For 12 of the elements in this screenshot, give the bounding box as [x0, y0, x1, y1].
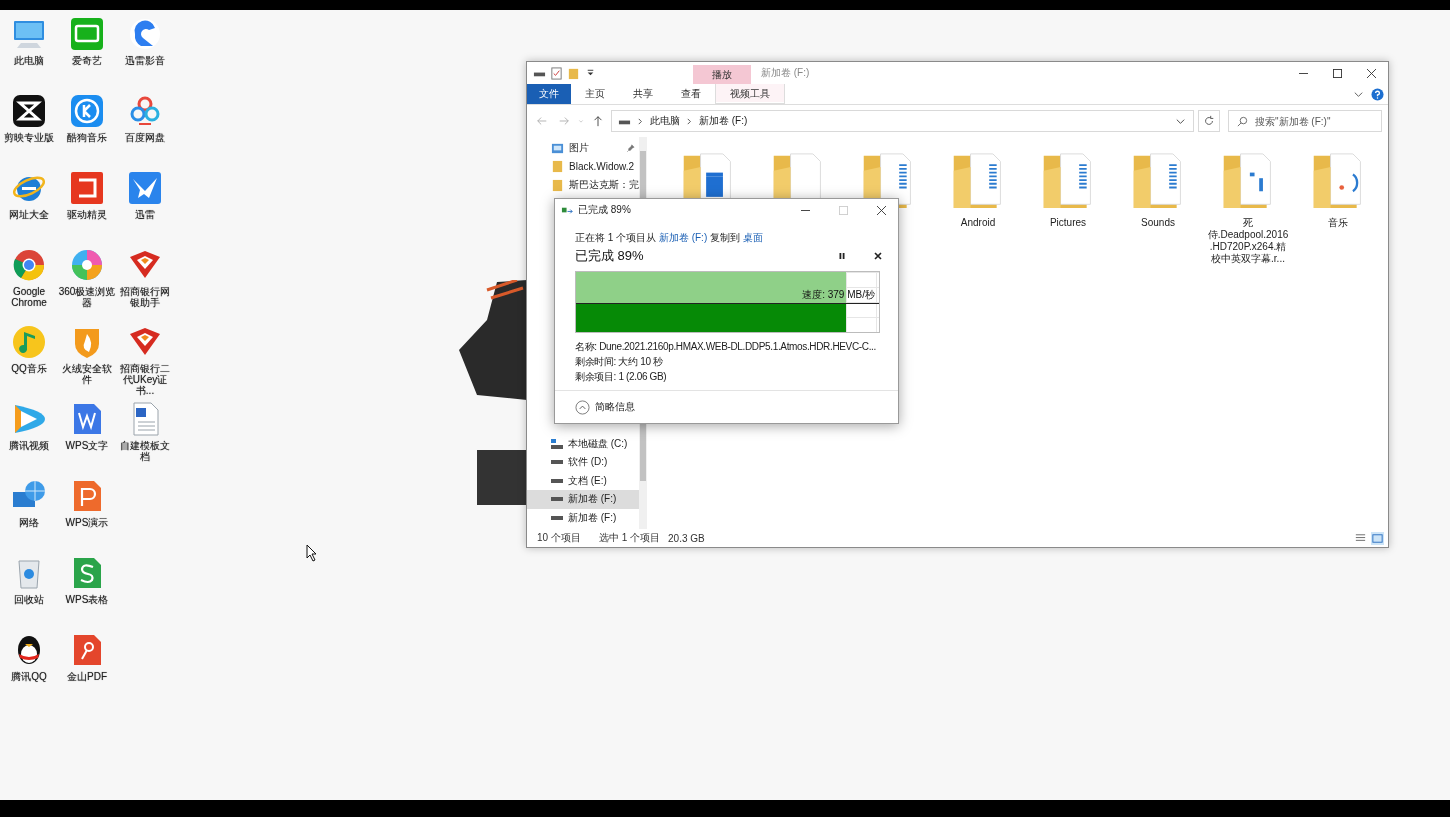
- selection-size: 20.3 GB: [668, 532, 705, 544]
- detail-text: 剩余项目: 1 (2.06 GB): [575, 370, 668, 384]
- context-tab-header: 播放: [693, 65, 751, 84]
- copy-message: 正在将 1 个项目从 新加卷 (F:) 复制到 桌面: [575, 231, 764, 245]
- detail-text: 名称: Dune.2021.2160p.HMAX.WEB-DL.DDP5.1.Atmos.HDR.HEVC-C...: [575, 340, 877, 354]
- speed-label: 速度: 379 MB/秒: [802, 288, 875, 302]
- window-title: 新加卷 (F:): [760, 66, 811, 80]
- selection-count: 选中 1 个项目: [598, 531, 661, 545]
- progress-heading: 已完成 89%: [575, 247, 644, 265]
- item-count: 10 个项目: [537, 531, 581, 545]
- detail-text: 剩余时间: 大约 10 秒: [575, 355, 664, 369]
- dialog-title: 已完成 89%: [578, 203, 631, 217]
